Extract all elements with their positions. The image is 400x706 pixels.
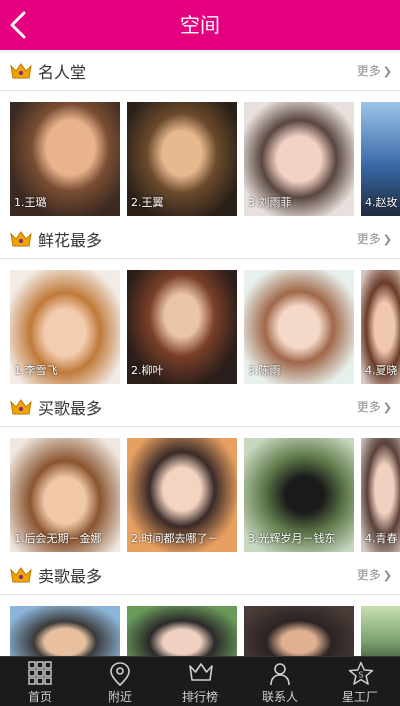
tab-label: 排行榜 — [181, 690, 218, 704]
photo-label: 2.时间都去哪了－ — [131, 532, 219, 545]
page-title: 空间 — [180, 13, 220, 37]
photo-label: 4.赵玫 — [365, 196, 398, 209]
svg-text:S: S — [358, 671, 363, 680]
section-most-songs-bought: 买歌最多 更多 ❯ 1.后会无期－金娜 2.时间都去哪了－ 3.光辉岁月－钱东 4… — [0, 388, 400, 556]
photo-label: 2.王翼 — [131, 196, 164, 209]
tab-contacts[interactable]: 联系人 — [240, 657, 320, 706]
section-most-flowers: 鲜花最多 更多 ❯ 1.李雪飞 2.柳叶 3.陈雨 4.夏晓 — [0, 220, 400, 388]
more-link[interactable]: 更多 ❯ — [357, 62, 392, 79]
photo-card[interactable]: 1.后会无期－金娜 — [10, 438, 120, 552]
crown-icon — [10, 231, 32, 247]
photo-card[interactable]: 3.刘雨菲 — [244, 102, 354, 216]
section-header: 卖歌最多 更多 ❯ — [0, 556, 400, 594]
section-header: 鲜花最多 更多 ❯ — [0, 220, 400, 258]
crown-icon — [10, 63, 32, 79]
photo-card[interactable]: 2.时间都去哪了－ — [127, 438, 237, 552]
bottom-tab-bar: 首页 附近 排行榜 联系人 S 星工厂 — [0, 656, 400, 706]
section-title: 鲜花最多 — [38, 231, 103, 250]
photo-label: 1.王璐 — [14, 196, 47, 209]
photo-card[interactable]: 1.王璐 — [10, 102, 120, 216]
chevron-right-icon: ❯ — [382, 233, 392, 246]
contact-icon — [270, 663, 290, 686]
photo-label: 4.青春 — [365, 532, 398, 545]
location-pin-icon — [110, 662, 130, 687]
photo-label: 1.后会无期－金娜 — [14, 532, 102, 545]
photo-card[interactable]: 2.柳叶 — [127, 270, 237, 384]
chevron-right-icon: ❯ — [382, 401, 392, 414]
section-header: 名人堂 更多 ❯ — [0, 52, 400, 90]
crown-icon — [10, 399, 32, 415]
section-hall-of-fame: 名人堂 更多 ❯ 1.王璐 2.王翼 3.刘雨菲 4.赵玫 — [0, 52, 400, 220]
more-link[interactable]: 更多 ❯ — [357, 398, 392, 415]
photo-label: 1.李雪飞 — [14, 364, 58, 377]
photo-label: 3.刘雨菲 — [248, 196, 292, 209]
section-header: 买歌最多 更多 ❯ — [0, 388, 400, 426]
photo-label: 3.光辉岁月－钱东 — [248, 532, 336, 545]
divider — [0, 426, 400, 427]
photo-card[interactable]: 4.夏晓 — [361, 270, 400, 384]
chevron-right-icon: ❯ — [382, 569, 392, 582]
star-factory-icon: S — [348, 661, 374, 685]
top-bar: 空间 — [0, 0, 400, 50]
section-title: 卖歌最多 — [38, 567, 103, 586]
tab-label: 星工厂 — [341, 690, 378, 704]
tab-nearby[interactable]: 附近 — [80, 657, 160, 706]
crown-outline-icon — [189, 663, 213, 681]
more-link[interactable]: 更多 ❯ — [357, 230, 392, 247]
divider — [0, 258, 400, 259]
tab-label: 联系人 — [261, 690, 298, 704]
tab-star-factory[interactable]: S 星工厂 — [320, 657, 400, 706]
photo-card[interactable]: 3.光辉岁月－钱东 — [244, 438, 354, 552]
section-title: 买歌最多 — [38, 399, 103, 418]
photo-label: 4.夏晓 — [365, 364, 398, 377]
tab-label: 首页 — [27, 690, 52, 704]
tab-rankings[interactable]: 排行榜 — [160, 657, 240, 706]
photo-card[interactable]: 4.赵玫 — [361, 102, 400, 216]
divider — [0, 594, 400, 595]
photo-card[interactable]: 3.陈雨 — [244, 270, 354, 384]
tab-label: 附近 — [107, 690, 132, 704]
photo-card[interactable]: 1.李雪飞 — [10, 270, 120, 384]
chevron-right-icon: ❯ — [382, 65, 392, 78]
photo-card[interactable]: 4.青春 — [361, 438, 400, 552]
photo-card[interactable]: 2.王翼 — [127, 102, 237, 216]
section-title: 名人堂 — [38, 63, 87, 82]
crown-icon — [10, 567, 32, 583]
section-most-songs-sold: 卖歌最多 更多 ❯ — [0, 556, 400, 666]
grid-icon — [28, 661, 52, 685]
photo-label: 2.柳叶 — [131, 364, 164, 377]
tab-home[interactable]: 首页 — [0, 657, 80, 706]
more-link[interactable]: 更多 ❯ — [357, 566, 392, 583]
divider — [0, 90, 400, 91]
photo-label: 3.陈雨 — [248, 364, 281, 377]
